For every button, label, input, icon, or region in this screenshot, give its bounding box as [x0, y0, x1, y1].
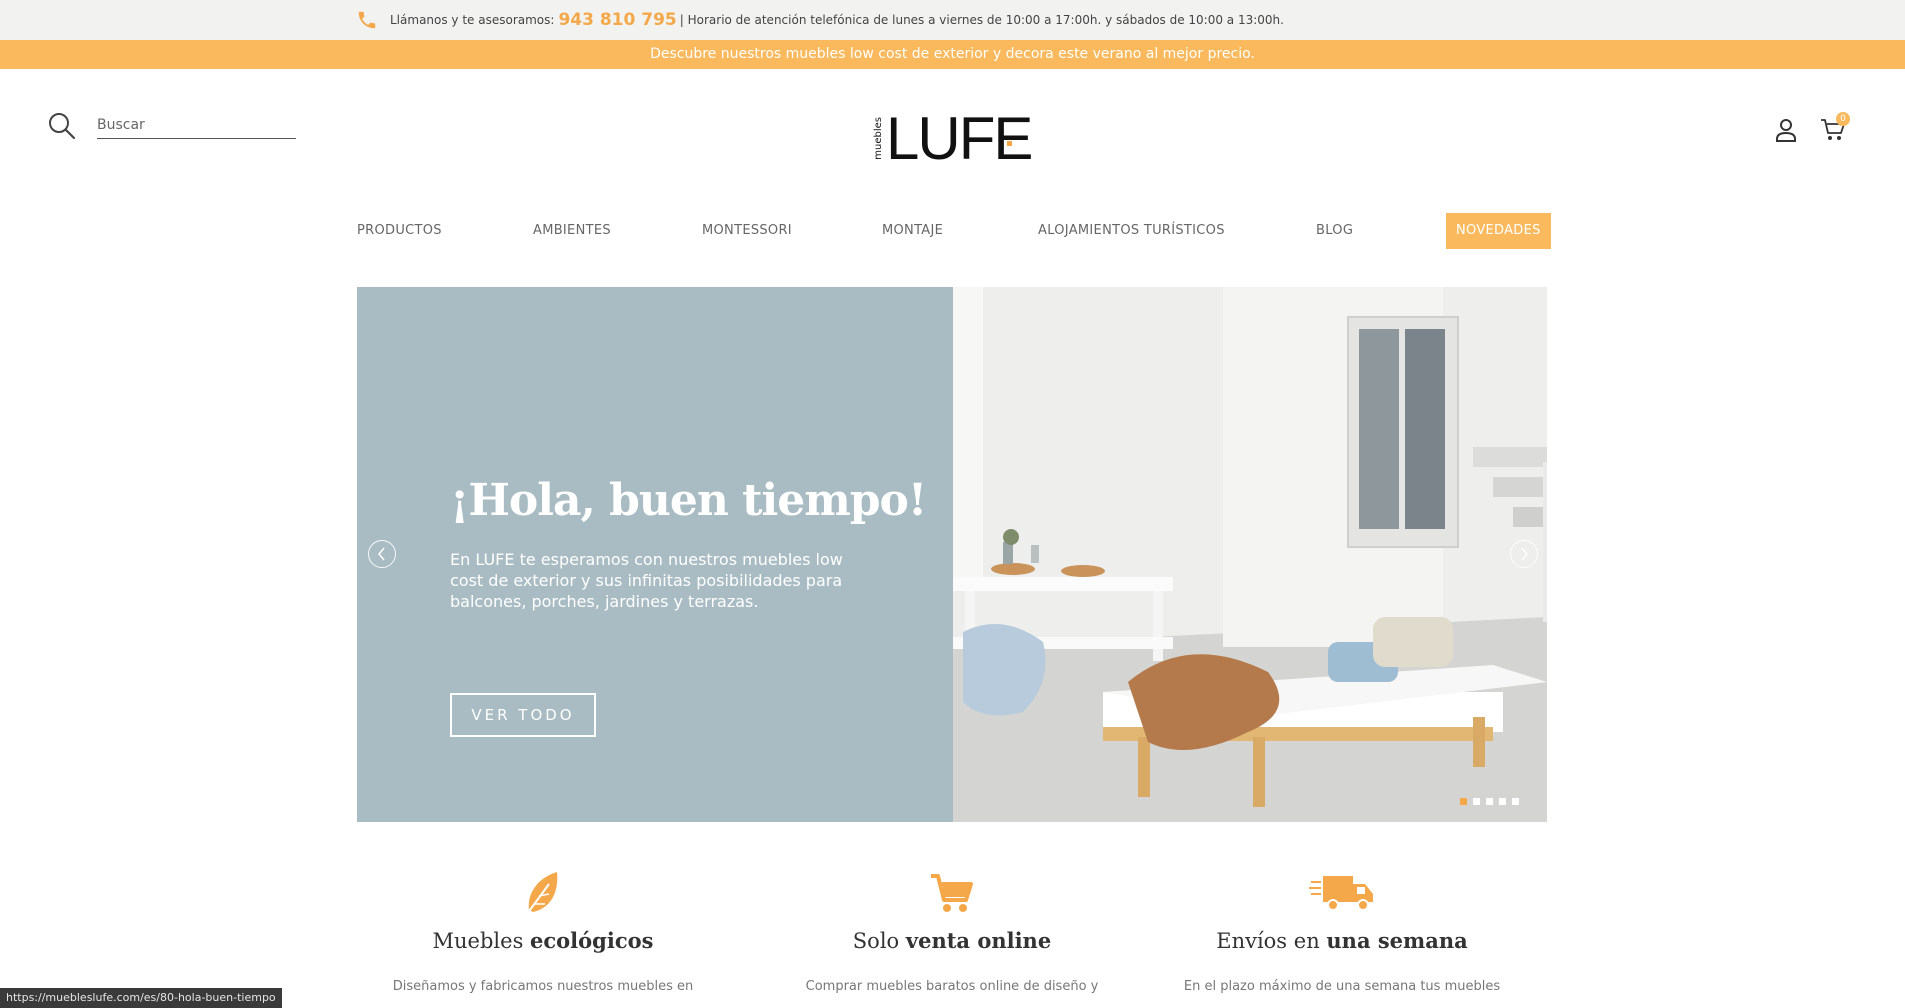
main-nav: PRODUCTOS AMBIENTES MONTESSORI MONTAJE A…: [357, 213, 1551, 249]
feature-title: Solo venta online: [762, 928, 1142, 953]
status-bar-url: https://muebleslufe.com/es/80-hola-buen-…: [0, 988, 282, 1008]
feature-title-bold: venta online: [905, 928, 1052, 953]
hero-text-panel: ¡Hola, buen tiempo! En LUFE te esperamos…: [357, 287, 953, 822]
slider-next-button[interactable]: [1510, 540, 1538, 568]
slider-dot[interactable]: [1512, 798, 1519, 805]
logo[interactable]: muebles LUFE: [873, 108, 1033, 169]
nav-item-alojamientos[interactable]: ALOJAMIENTOS TURÍSTICOS: [1038, 213, 1225, 249]
promo-banner[interactable]: Descubre nuestros muebles low cost de ex…: [0, 40, 1905, 69]
slider-prev-button[interactable]: [368, 540, 396, 568]
feature-title-light: Muebles: [432, 929, 531, 953]
slider-dot[interactable]: [1486, 798, 1493, 805]
view-all-button[interactable]: VER TODO: [450, 693, 596, 737]
feature-title: Envíos en una semana: [1152, 928, 1532, 953]
nav-item-montaje[interactable]: MONTAJE: [882, 213, 943, 249]
hero-title: ¡Hola, buen tiempo!: [450, 475, 927, 526]
logo-text: LUFE: [886, 109, 1033, 169]
feature-title-light: Envíos en: [1216, 929, 1327, 953]
feature-text: Comprar muebles baratos online de diseño…: [805, 979, 1099, 994]
feature-eco: Muebles ecológicos Diseñamos y fabricamo…: [353, 870, 733, 994]
feature-shipping: Envíos en una semana En el plazo máximo …: [1152, 870, 1532, 994]
chevron-left-icon: [378, 547, 385, 561]
feature-title-bold: ecológicos: [530, 928, 654, 953]
feature-text: En el plazo máximo de una semana tus mue…: [1183, 979, 1501, 994]
user-icon[interactable]: [1775, 118, 1797, 142]
slider-dot[interactable]: [1499, 798, 1506, 805]
nav-item-blog[interactable]: BLOG: [1316, 213, 1353, 249]
call-label: Llámanos y te asesoramos:: [390, 13, 555, 27]
contact-bar: Llámanos y te asesoramos: 943 810 795 | …: [0, 0, 1905, 41]
slider-dot[interactable]: [1473, 798, 1480, 805]
opening-hours: | Horario de atención telefónica de lune…: [679, 13, 1284, 27]
promo-text: Descubre nuestros muebles low cost de ex…: [650, 46, 1255, 62]
truck-icon: [1309, 876, 1373, 911]
leaf-icon: [526, 872, 558, 915]
search-input[interactable]: [97, 112, 296, 139]
slider-dots: [1460, 798, 1519, 805]
feature-title-light: Solo: [852, 929, 906, 953]
hero-slider: ¡Hola, buen tiempo! En LUFE te esperamos…: [357, 287, 1547, 822]
phone-number[interactable]: 943 810 795: [558, 10, 676, 30]
slider-dot[interactable]: [1460, 798, 1467, 805]
hero-photo-illustration: [953, 287, 1547, 822]
logo-main-text: LUFE: [886, 105, 1033, 172]
feature-title: Muebles ecológicos: [353, 928, 733, 953]
nav-item-montessori[interactable]: MONTESSORI: [702, 213, 792, 249]
logo-accent-dot: [1007, 141, 1012, 146]
hero-description: En LUFE te esperamos con nuestros mueble…: [450, 550, 843, 611]
feature-text: Diseñamos y fabricamos nuestros muebles …: [392, 979, 694, 994]
feature-online: Solo venta online Comprar muebles barato…: [762, 870, 1142, 994]
hero-image: [953, 287, 1547, 822]
cart-icon: [931, 874, 973, 912]
logo-small-text: muebles: [873, 117, 884, 160]
nav-item-productos[interactable]: PRODUCTOS: [357, 213, 442, 249]
search-icon[interactable]: [48, 112, 76, 140]
nav-item-novedades[interactable]: NOVEDADES: [1446, 213, 1551, 249]
phone-icon: [358, 11, 376, 29]
cart-count-badge: 0: [1836, 112, 1850, 126]
feature-title-bold: una semana: [1326, 928, 1468, 953]
nav-item-ambientes[interactable]: AMBIENTES: [533, 213, 611, 249]
chevron-right-icon: [1521, 547, 1528, 561]
contact-info: Llámanos y te asesoramos: 943 810 795 | …: [356, 0, 1284, 40]
